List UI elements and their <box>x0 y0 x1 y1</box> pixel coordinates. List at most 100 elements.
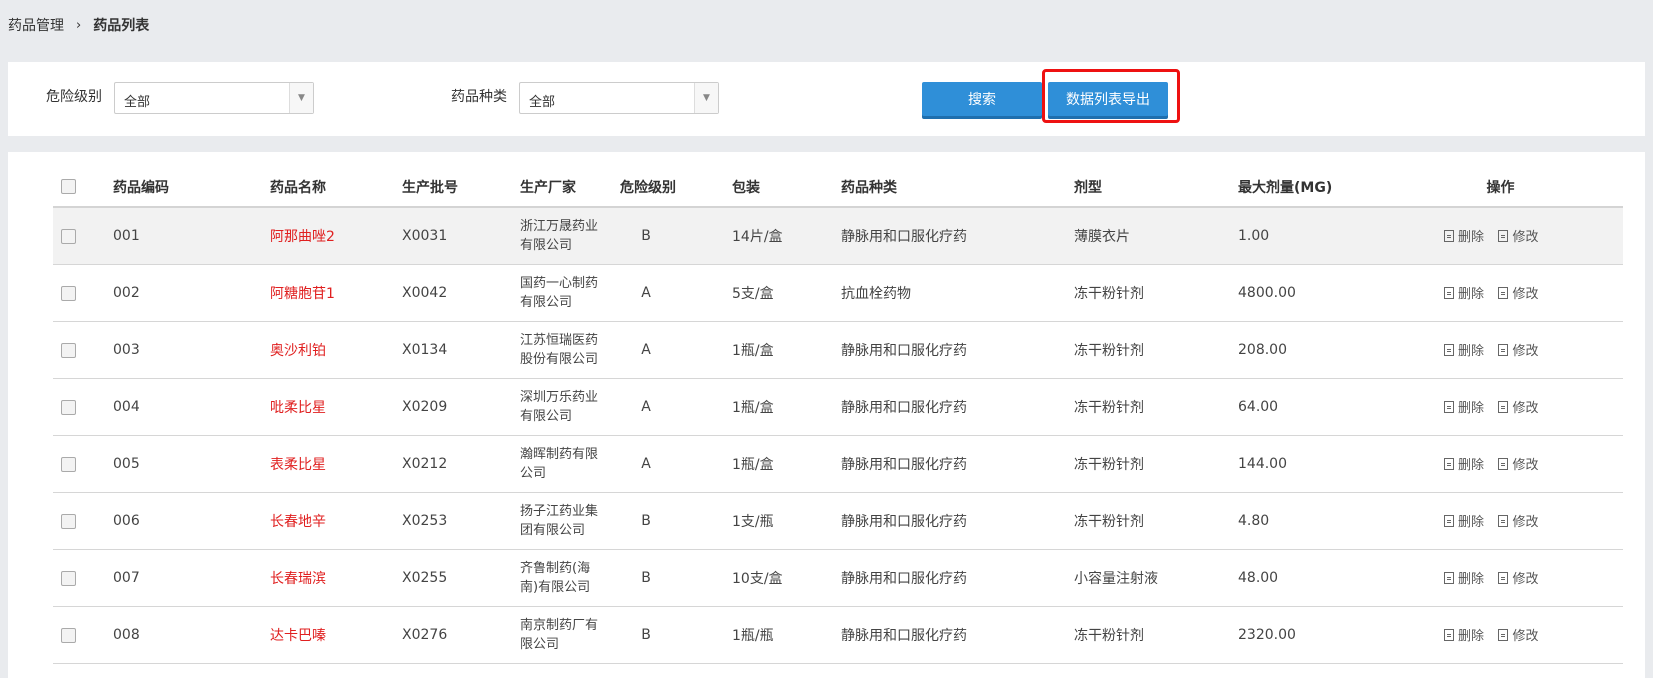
chevron-down-icon: ▼ <box>694 83 718 113</box>
header-name[interactable]: 药品名称 <box>270 167 402 208</box>
table-row[interactable]: 001 阿那曲唑2 X0031 浙江万晟药业 有限公司 B 14片/盒 静脉用和口… <box>53 207 1623 265</box>
delete-link[interactable]: 删除 <box>1444 283 1484 302</box>
table-row[interactable]: 005 表柔比星 X0212 瀚晖制药有限 公司 A 1瓶/盒 静脉用和口服化疗药… <box>53 435 1623 493</box>
cell-danger: A <box>620 321 732 379</box>
cell-name[interactable]: 长春瑞滨 <box>270 549 402 607</box>
table-header-row: 药品编码 药品名称 生产批号 生产厂家 危险级别 包装 药品种类 剂型 最大剂量… <box>53 167 1623 208</box>
cell-code: 006 <box>113 492 270 550</box>
header-form[interactable]: 剂型 <box>1074 167 1238 208</box>
delete-link[interactable]: 删除 <box>1444 511 1484 530</box>
cell-batch: X0276 <box>402 606 520 664</box>
drug-table-panel: 药品编码 药品名称 生产批号 生产厂家 危险级别 包装 药品种类 剂型 最大剂量… <box>8 152 1645 678</box>
maker-line-1: 江苏恒瑞医药 <box>520 333 599 348</box>
delete-link[interactable]: 删除 <box>1444 568 1484 587</box>
document-icon <box>1498 343 1509 356</box>
header-category[interactable]: 药品种类 <box>841 167 1074 208</box>
delete-link[interactable]: 删除 <box>1444 397 1484 416</box>
cell-maxdose: 4.80 <box>1238 492 1378 550</box>
header-maker[interactable]: 生产厂家 <box>520 167 620 208</box>
delete-link[interactable]: 删除 <box>1444 625 1484 644</box>
table-row[interactable]: 003 奥沙利铂 X0134 江苏恒瑞医药 股份有限公司 A 1瓶/盒 静脉用和口… <box>53 321 1623 379</box>
edit-link[interactable]: 修改 <box>1498 226 1538 245</box>
cell-pack: 1瓶/瓶 <box>732 606 841 664</box>
cell-ops: 删除 修改 <box>1378 264 1623 322</box>
delete-link[interactable]: 删除 <box>1444 340 1484 359</box>
cell-maker: 齐鲁制药(海 南)有限公司 <box>520 549 620 607</box>
header-maxdose[interactable]: 最大剂量(MG) <box>1238 167 1378 208</box>
cell-danger: B <box>620 549 732 607</box>
edit-label: 修改 <box>1512 344 1539 360</box>
header-danger[interactable]: 危险级别 <box>620 167 732 208</box>
row-select-cell <box>53 264 113 322</box>
document-icon <box>1498 229 1509 242</box>
cell-name[interactable]: 阿那曲唑2 <box>270 207 402 265</box>
row-select-cell <box>53 435 113 493</box>
edit-link[interactable]: 修改 <box>1498 283 1538 302</box>
cell-form: 冻干粉针剂 <box>1074 378 1238 436</box>
edit-link[interactable]: 修改 <box>1498 568 1538 587</box>
row-checkbox[interactable] <box>61 399 76 415</box>
cell-code: 005 <box>113 435 270 493</box>
table-row[interactable]: 008 达卡巴嗪 X0276 南京制药厂有 限公司 B 1瓶/瓶 静脉用和口服化疗… <box>53 606 1623 664</box>
search-button[interactable]: 搜索 <box>922 82 1042 116</box>
edit-link[interactable]: 修改 <box>1498 340 1538 359</box>
cell-batch: X0212 <box>402 435 520 493</box>
row-checkbox[interactable] <box>61 627 76 643</box>
row-select-cell <box>53 492 113 550</box>
delete-label: 删除 <box>1458 629 1485 645</box>
cell-code: 004 <box>113 378 270 436</box>
maker-line-1: 深圳万乐药业 <box>520 390 599 405</box>
cell-name[interactable]: 表柔比星 <box>270 435 402 493</box>
maker-line-1: 扬子江药业集 <box>520 504 599 519</box>
table-row[interactable]: 006 长春地辛 X0253 扬子江药业集 团有限公司 B 1支/瓶 静脉用和口服… <box>53 492 1623 550</box>
header-ops: 操作 <box>1378 167 1623 208</box>
row-checkbox[interactable] <box>61 285 76 301</box>
document-icon <box>1444 400 1454 413</box>
category-select[interactable]: 全部 ▼ <box>519 82 719 114</box>
cell-category: 静脉用和口服化疗药 <box>841 378 1074 436</box>
edit-link[interactable]: 修改 <box>1498 625 1538 644</box>
document-icon <box>1498 514 1509 527</box>
cell-name[interactable]: 长春地辛 <box>270 492 402 550</box>
cell-form: 冻干粉针剂 <box>1074 435 1238 493</box>
edit-link[interactable]: 修改 <box>1498 511 1538 530</box>
delete-link[interactable]: 删除 <box>1444 226 1484 245</box>
cell-name[interactable]: 奥沙利铂 <box>270 321 402 379</box>
header-pack[interactable]: 包装 <box>732 167 841 208</box>
cell-batch: X0253 <box>402 492 520 550</box>
maker-line-1: 南京制药厂有 <box>520 618 599 633</box>
edit-link[interactable]: 修改 <box>1498 397 1538 416</box>
table-row[interactable]: 007 长春瑞滨 X0255 齐鲁制药(海 南)有限公司 B 10支/盒 静脉用和… <box>53 549 1623 607</box>
header-code[interactable]: 药品编码 <box>113 167 270 208</box>
table-row[interactable]: 004 吡柔比星 X0209 深圳万乐药业 有限公司 A 1瓶/盒 静脉用和口服化… <box>53 378 1623 436</box>
table-row[interactable]: 002 阿糖胞苷1 X0042 国药一心制药 有限公司 A 5支/盒 抗血栓药物 … <box>53 264 1623 322</box>
maker-line-2: 有限公司 <box>520 238 573 253</box>
row-checkbox[interactable] <box>61 456 76 472</box>
delete-label: 删除 <box>1458 344 1485 360</box>
danger-level-select[interactable]: 全部 ▼ <box>114 82 314 114</box>
cell-form: 小容量注射液 <box>1074 549 1238 607</box>
edit-label: 修改 <box>1512 515 1539 531</box>
cell-batch: X0255 <box>402 549 520 607</box>
cell-name[interactable]: 阿糖胞苷1 <box>270 264 402 322</box>
delete-label: 删除 <box>1458 515 1485 531</box>
cell-form: 冻干粉针剂 <box>1074 264 1238 322</box>
delete-link[interactable]: 删除 <box>1444 454 1484 473</box>
header-batch[interactable]: 生产批号 <box>402 167 520 208</box>
cell-ops: 删除 修改 <box>1378 492 1623 550</box>
cell-name[interactable]: 达卡巴嗪 <box>270 606 402 664</box>
cell-name[interactable]: 吡柔比星 <box>270 378 402 436</box>
cell-category: 静脉用和口服化疗药 <box>841 435 1074 493</box>
row-checkbox[interactable] <box>61 342 76 358</box>
cell-category: 静脉用和口服化疗药 <box>841 321 1074 379</box>
row-checkbox[interactable] <box>61 570 76 586</box>
row-checkbox[interactable] <box>61 513 76 529</box>
breadcrumb-parent[interactable]: 药品管理 <box>8 15 64 35</box>
row-checkbox[interactable] <box>61 228 76 244</box>
select-all-checkbox[interactable] <box>61 179 76 194</box>
edit-link[interactable]: 修改 <box>1498 454 1538 473</box>
cell-batch: X0134 <box>402 321 520 379</box>
cell-pack: 10支/盒 <box>732 549 841 607</box>
maker-line-1: 齐鲁制药(海 <box>520 561 591 576</box>
category-value: 全部 <box>529 95 556 110</box>
